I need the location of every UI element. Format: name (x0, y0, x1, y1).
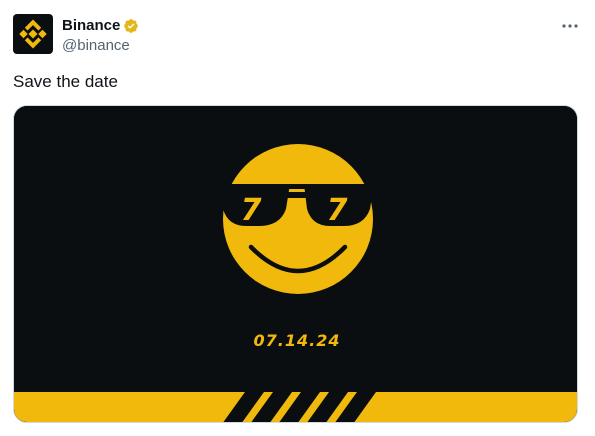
tweet-card: Binance @binance Save the date 7 7 07.14… (0, 0, 595, 436)
media-artwork: 7 7 07.14.24 (14, 106, 577, 422)
tweet-header: Binance @binance (13, 14, 582, 58)
display-name[interactable]: Binance (62, 17, 120, 34)
event-date: 07.14.24 (254, 331, 341, 350)
verified-badge-icon (124, 18, 139, 33)
more-horizontal-icon (562, 24, 578, 28)
glasses-left-number: 7 (241, 193, 262, 228)
binance-logo-icon (19, 19, 47, 49)
account-names: Binance @binance (62, 16, 139, 54)
caution-stripe-band (14, 392, 577, 422)
more-options-button[interactable] (560, 16, 580, 36)
avatar[interactable] (13, 14, 53, 54)
glasses-right-number: 7 (327, 193, 348, 228)
display-name-row: Binance (62, 16, 139, 35)
account-handle[interactable]: @binance (62, 37, 139, 54)
tweet-text: Save the date (13, 72, 118, 91)
tweet-media-image[interactable]: 7 7 07.14.24 (13, 105, 578, 423)
